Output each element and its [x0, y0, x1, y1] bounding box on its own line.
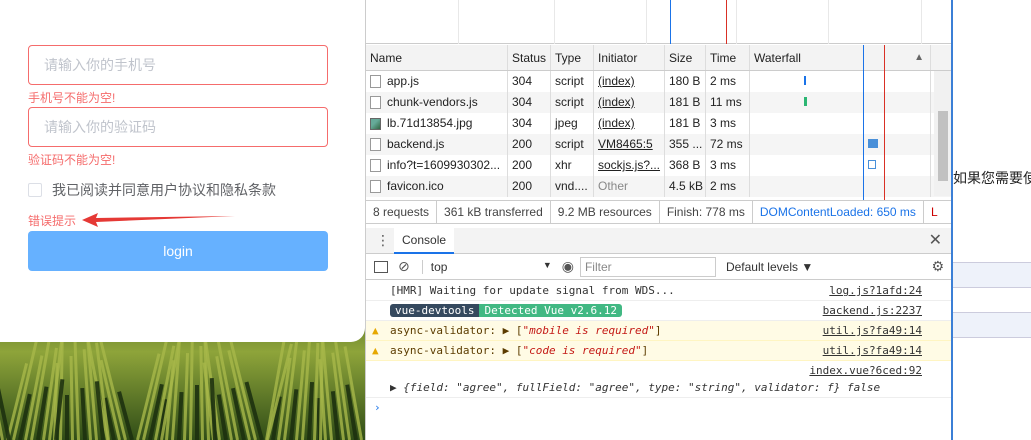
- list-item: [953, 262, 1031, 288]
- gear-icon[interactable]: ⚙: [931, 258, 944, 275]
- login-button[interactable]: login: [28, 231, 328, 271]
- warning-icon: ▲: [372, 324, 379, 337]
- levels-select[interactable]: Default levels ▼: [726, 260, 813, 274]
- sidebar-toggle-icon[interactable]: [374, 260, 388, 273]
- close-icon[interactable]: ✕: [929, 230, 942, 250]
- source-link[interactable]: backend.js:2237: [823, 304, 922, 317]
- initiator-link[interactable]: (index): [598, 116, 635, 130]
- table-row[interactable]: lb.71d13854.jpg 304 jpeg (index) 181 B 3…: [366, 113, 952, 134]
- agree-label: 我已阅读并同意用户协议和隐私条款: [52, 182, 276, 198]
- source-link[interactable]: log.js?1afd:24: [829, 284, 922, 297]
- red-arrow-annotation: [82, 213, 235, 227]
- file-icon: [370, 159, 381, 172]
- col-status[interactable]: Status: [508, 45, 551, 70]
- waterfall-bar: [868, 139, 878, 148]
- vue-version-badge: Detected Vue v2.6.12: [479, 304, 622, 317]
- more-icon[interactable]: ⋮: [376, 232, 390, 249]
- login-card: 请输入你的手机号 手机号不能为空! 请输入你的验证码 验证码不能为空! 我已阅读…: [0, 0, 365, 342]
- col-waterfall[interactable]: Waterfall ▲: [750, 45, 931, 70]
- network-table-header: Name Status Type Initiator Size Time Wat…: [366, 45, 952, 71]
- source-link[interactable]: index.vue?6ced:92: [809, 364, 922, 377]
- clear-console-icon[interactable]: ⊘: [398, 258, 410, 275]
- console-message: [HMR] Waiting for update signal from WDS…: [366, 281, 952, 301]
- initiator-link[interactable]: (index): [598, 95, 635, 109]
- waterfall-bar: [868, 160, 876, 169]
- network-summary: 8 requests 361 kB transferred 9.2 MB res…: [366, 200, 952, 224]
- console-message: vue-devtools Detected Vue v2.6.12 backend…: [366, 301, 952, 321]
- code-input[interactable]: 请输入你的验证码: [28, 107, 328, 147]
- grass-blade: [195, 385, 199, 440]
- col-name[interactable]: Name: [366, 45, 508, 70]
- agree-row[interactable]: 我已阅读并同意用户协议和隐私条款: [28, 180, 276, 200]
- console-warning[interactable]: ▲ async-validator: ▶ ["code is required"…: [366, 341, 952, 361]
- table-row[interactable]: app.js 304 script (index) 180 B 2 ms: [366, 71, 952, 92]
- initiator-link[interactable]: VM8465:5: [598, 137, 653, 151]
- phone-input[interactable]: 请输入你的手机号: [28, 45, 328, 85]
- code-error: 验证码不能为空!: [28, 153, 116, 167]
- grass-blade: [183, 353, 190, 440]
- col-type[interactable]: Type: [551, 45, 594, 70]
- prompt-chevron-icon: ›: [374, 401, 381, 414]
- scroll-thumb[interactable]: [938, 111, 948, 181]
- initiator-link[interactable]: sockjs.js?...: [598, 158, 660, 172]
- drawer-header: ⋮ Console ✕: [366, 227, 952, 254]
- list-item: [953, 312, 1031, 338]
- network-rows: app.js 304 script (index) 180 B 2 ms chu…: [366, 71, 952, 197]
- file-icon: [370, 138, 381, 151]
- image-file-icon: [370, 117, 381, 130]
- file-icon: [370, 180, 381, 193]
- waterfall-bar: [804, 76, 806, 85]
- grass-blade: [69, 355, 74, 440]
- network-scrollbar[interactable]: [934, 71, 952, 196]
- phone-error: 手机号不能为空!: [28, 91, 116, 105]
- screen: 请输入你的手机号 手机号不能为空! 请输入你的验证码 验证码不能为空! 我已阅读…: [0, 0, 1031, 440]
- waterfall-bar: [804, 97, 807, 106]
- devtools-panel: Name Status Type Initiator Size Time Wat…: [365, 0, 952, 440]
- load-marker: [884, 45, 885, 200]
- source-link[interactable]: util.js?fa49:14: [823, 324, 922, 337]
- table-row[interactable]: backend.js 200 script VM8465:5 355 ... 7…: [366, 134, 952, 155]
- vue-devtools-badge: vue-devtools: [390, 304, 480, 317]
- dcl-marker: [863, 45, 864, 200]
- context-select[interactable]: top ▼: [421, 259, 552, 274]
- eye-icon[interactable]: ◉: [562, 258, 574, 275]
- sort-up-icon[interactable]: ▲: [914, 45, 924, 70]
- console-toolbar: ⊘ top ▼ ◉ Filter Default levels ▼ ⚙: [366, 254, 952, 280]
- initiator-link[interactable]: (index): [598, 74, 635, 88]
- source-link[interactable]: util.js?fa49:14: [823, 344, 922, 357]
- file-icon: [370, 96, 381, 109]
- error-hint: 错误提示: [28, 214, 77, 228]
- console-warning[interactable]: ▲ async-validator: ▶ ["mobile is require…: [366, 321, 952, 341]
- console-message[interactable]: index.vue?6ced:92 ▶ {field: "agree", ful…: [366, 361, 952, 398]
- console-output: [HMR] Waiting for update signal from WDS…: [366, 281, 952, 418]
- network-table: Name Status Type Initiator Size Time Wat…: [366, 45, 952, 197]
- grass-blade: [65, 395, 69, 440]
- col-initiator[interactable]: Initiator: [594, 45, 665, 70]
- col-size[interactable]: Size: [665, 45, 706, 70]
- col-time[interactable]: Time: [706, 45, 750, 70]
- filter-input[interactable]: Filter: [579, 256, 716, 277]
- agree-checkbox[interactable]: [28, 183, 42, 197]
- right-page-text: 如果您需要使: [953, 170, 1031, 186]
- login-page: 请输入你的手机号 手机号不能为空! 请输入你的验证码 验证码不能为空! 我已阅读…: [0, 0, 365, 440]
- right-page-fragment: 如果您需要使: [951, 0, 1031, 440]
- table-row[interactable]: chunk-vendors.js 304 script (index) 181 …: [366, 92, 952, 113]
- file-icon: [370, 75, 381, 88]
- warning-icon: ▲: [372, 344, 379, 357]
- table-row[interactable]: info?t=1609930302... 200 xhr sockjs.js?.…: [366, 155, 952, 176]
- table-row[interactable]: favicon.ico 200 vnd.... Other 4.5 kB 2 m…: [366, 176, 952, 197]
- console-prompt[interactable]: ›: [366, 398, 952, 418]
- network-overview: [366, 0, 952, 44]
- tab-console[interactable]: Console: [394, 227, 455, 254]
